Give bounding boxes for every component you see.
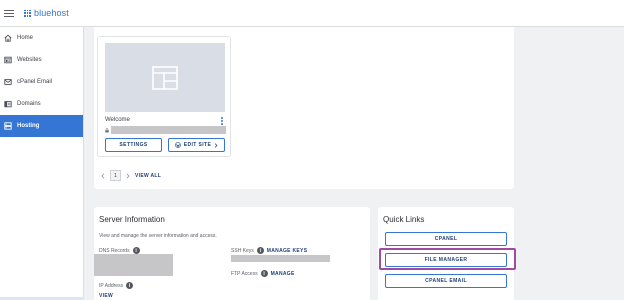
sidebar-item-domains[interactable]: Domains xyxy=(0,93,83,115)
websites-card: Welcome SETTINGS EDIT SITE 1 VIEW ALL xyxy=(94,27,514,189)
brand-name: bluehost xyxy=(34,8,69,18)
sidebar: Home Websites cPanel Email Domains Hosti… xyxy=(0,27,84,300)
ssh-keys-text: SSH Keys xyxy=(231,247,254,254)
website-thumbnail[interactable] xyxy=(105,43,225,112)
redacted-url xyxy=(111,126,226,134)
info-icon[interactable]: i xyxy=(260,270,268,277)
ip-view-link[interactable]: VIEW xyxy=(99,293,113,299)
bluehost-logo-icon xyxy=(24,9,31,17)
file-manager-highlight xyxy=(379,248,516,270)
edit-site-button-label: EDIT SITE xyxy=(183,142,212,148)
info-icon[interactable]: i xyxy=(256,247,264,254)
site-url xyxy=(105,126,226,134)
settings-button[interactable]: SETTINGS xyxy=(105,138,162,152)
site-name: Welcome xyxy=(105,117,130,123)
server-information-subtitle: View and manage the server information a… xyxy=(99,233,217,239)
dns-records-text: DNS Records xyxy=(99,247,130,254)
pagination: 1 VIEW ALL xyxy=(101,170,161,181)
websites-icon xyxy=(4,56,12,64)
sidebar-item-cpanel-email[interactable]: cPanel Email xyxy=(0,71,83,93)
ftp-access-label: FTP Access i MANAGE xyxy=(231,270,295,277)
quick-links-title: Quick Links xyxy=(383,215,425,224)
mail-icon xyxy=(4,79,12,85)
redacted-ssh-value xyxy=(231,255,330,262)
edit-site-button[interactable]: EDIT SITE xyxy=(168,138,225,152)
ssh-keys-label: SSH Keys i MANAGE KEYS xyxy=(231,247,307,254)
brand-logo[interactable]: bluehost xyxy=(24,8,69,18)
server-information-card: Server Information View and manage the s… xyxy=(94,207,370,300)
layout-placeholder-icon xyxy=(152,65,178,90)
cpanel-email-button[interactable]: CPANEL EMAIL xyxy=(385,274,507,288)
info-icon[interactable]: i xyxy=(132,247,140,254)
ftp-manage-link[interactable]: MANAGE xyxy=(271,271,295,277)
chevron-right-icon[interactable] xyxy=(126,172,130,179)
chevron-right-icon xyxy=(215,142,218,148)
cpanel-button[interactable]: CPANEL xyxy=(385,232,507,246)
info-icon[interactable]: i xyxy=(126,282,134,289)
sidebar-item-label: Domains xyxy=(17,101,41,107)
menu-icon[interactable] xyxy=(4,9,14,17)
website-tile: Welcome SETTINGS EDIT SITE xyxy=(97,36,231,157)
cpanel-email-button-label: CPANEL EMAIL xyxy=(425,278,467,284)
sidebar-item-label: Home xyxy=(17,35,34,41)
wordpress-icon xyxy=(174,142,181,148)
domains-icon xyxy=(4,101,12,108)
top-bar: bluehost xyxy=(0,0,624,27)
server-information-title: Server Information xyxy=(99,215,165,224)
sidebar-item-label: cPanel Email xyxy=(17,79,53,85)
more-options-icon[interactable] xyxy=(221,117,223,125)
sidebar-item-home[interactable]: Home xyxy=(0,27,83,49)
hosting-icon xyxy=(4,122,12,130)
current-page[interactable]: 1 xyxy=(110,170,121,181)
sidebar-item-label: Hosting xyxy=(17,123,40,129)
ftp-access-text: FTP Access xyxy=(231,270,258,277)
dns-records-label: DNS Records i xyxy=(99,247,140,254)
cpanel-button-label: CPANEL xyxy=(434,236,458,242)
sidebar-item-hosting[interactable]: Hosting xyxy=(0,115,83,137)
ip-address-text: IP Address xyxy=(99,282,124,289)
settings-button-label: SETTINGS xyxy=(119,142,148,148)
redacted-dns-value xyxy=(94,254,173,276)
chevron-left-icon[interactable] xyxy=(101,172,105,179)
view-all-link[interactable]: VIEW ALL xyxy=(135,173,161,179)
sidebar-item-websites[interactable]: Websites xyxy=(0,49,83,71)
manage-keys-link[interactable]: MANAGE KEYS xyxy=(267,248,308,254)
sidebar-item-label: Websites xyxy=(17,57,42,63)
lock-icon xyxy=(105,127,109,132)
ip-address-label: IP Address i xyxy=(99,282,134,289)
home-icon xyxy=(4,34,12,42)
